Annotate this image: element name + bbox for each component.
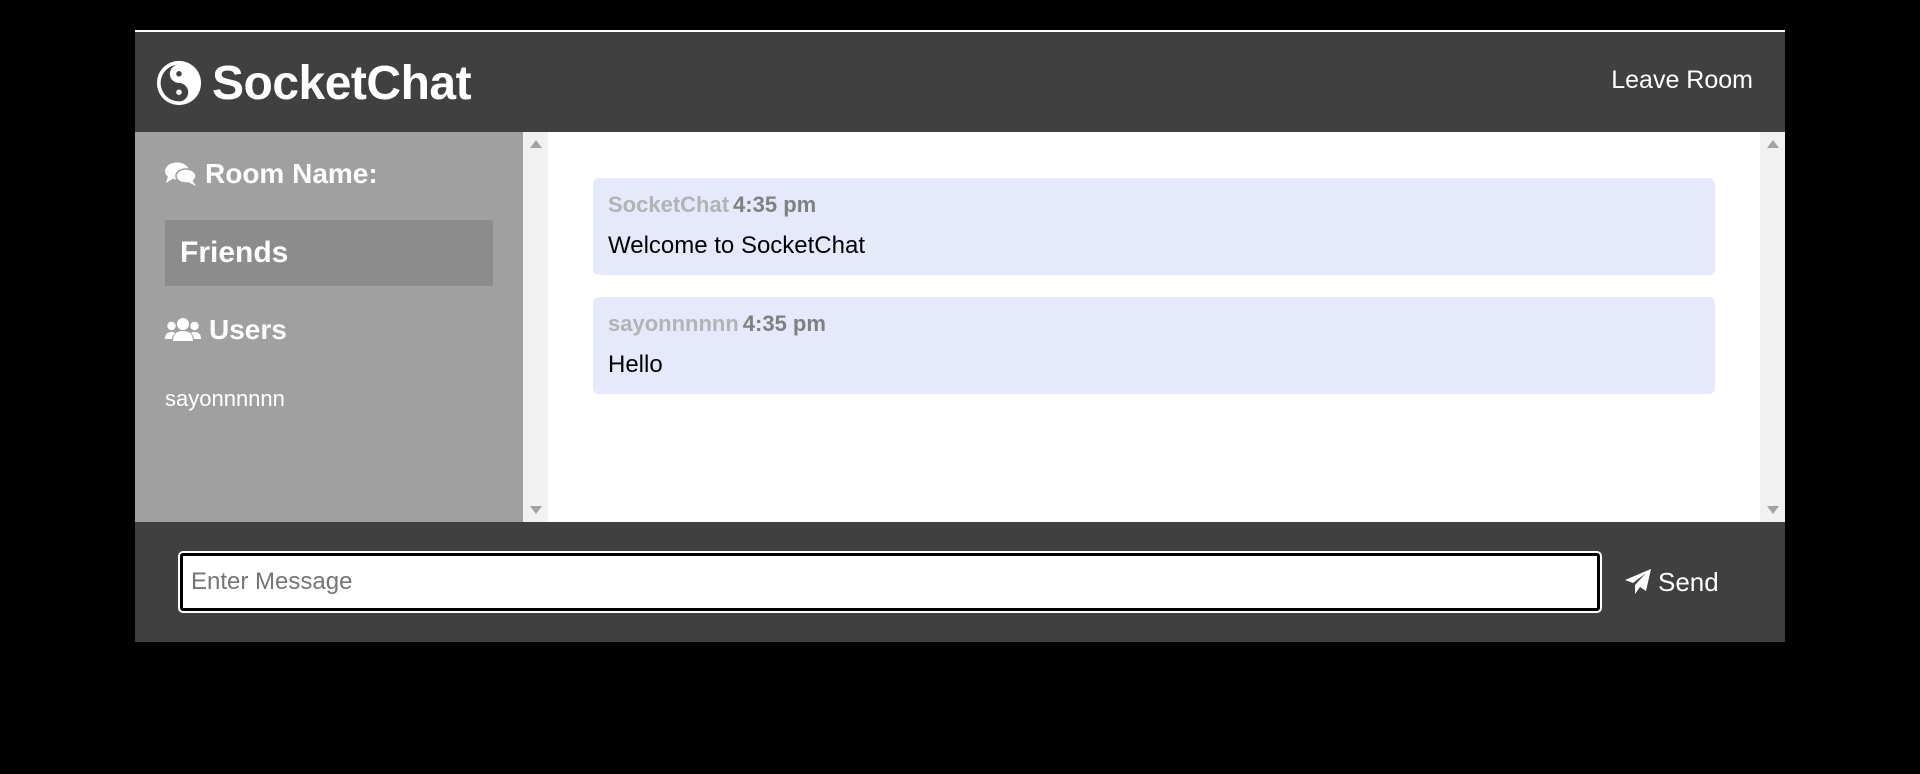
user-list: sayonnnnnn: [165, 386, 285, 412]
message-username: sayonnnnnn: [608, 311, 739, 336]
paper-plane-icon: [1625, 569, 1651, 594]
scroll-up-arrow-icon[interactable]: [530, 140, 542, 148]
message-meta: sayonnnnnn 4:35 pm: [608, 311, 1700, 339]
sidebar-scrollbar[interactable]: [523, 132, 548, 522]
message-composer: Send: [135, 522, 1785, 642]
users-icon: [165, 318, 201, 341]
scroll-up-arrow-icon[interactable]: [1767, 140, 1779, 148]
chat-scrollbar[interactable]: [1760, 132, 1785, 522]
app-title: SocketChat: [212, 56, 472, 110]
brand: SocketChat: [156, 56, 472, 110]
message: SocketChat 4:35 pm Welcome to SocketChat: [593, 178, 1715, 275]
users-heading-label: Users: [209, 314, 287, 345]
message-text: Welcome to SocketChat: [608, 232, 866, 259]
chat-messages: SocketChat 4:35 pm Welcome to SocketChat …: [548, 132, 1760, 522]
message: sayonnnnnn 4:35 pm Hello: [593, 297, 1715, 394]
room-name-heading-label: Room Name:: [205, 158, 378, 189]
user-list-item: sayonnnnnn: [165, 386, 285, 411]
chat-app: SocketChat Leave Room Room Name: Friends: [135, 30, 1785, 642]
message-time: 4:35 pm: [733, 192, 817, 217]
room-name: Friends: [165, 220, 493, 286]
send-button[interactable]: Send: [1624, 556, 1719, 608]
app-header: SocketChat Leave Room: [135, 30, 1785, 132]
room-name-heading: Room Name:: [165, 158, 378, 190]
users-heading: Users: [165, 314, 287, 346]
message-text: Hello: [608, 351, 663, 378]
message-input[interactable]: [178, 551, 1602, 613]
leave-room-button[interactable]: Leave Room: [1611, 66, 1753, 95]
comments-icon: [165, 162, 197, 186]
message-time: 4:35 pm: [742, 311, 826, 336]
message-meta: SocketChat 4:35 pm: [608, 192, 1700, 220]
sidebar: Room Name: Friends Users sayonnnnnn: [135, 132, 523, 522]
scroll-down-arrow-icon[interactable]: [1767, 506, 1779, 514]
scroll-down-arrow-icon[interactable]: [530, 506, 542, 514]
send-button-label: Send: [1658, 566, 1719, 597]
message-username: SocketChat: [608, 192, 730, 217]
yin-yang-icon: [156, 60, 202, 106]
